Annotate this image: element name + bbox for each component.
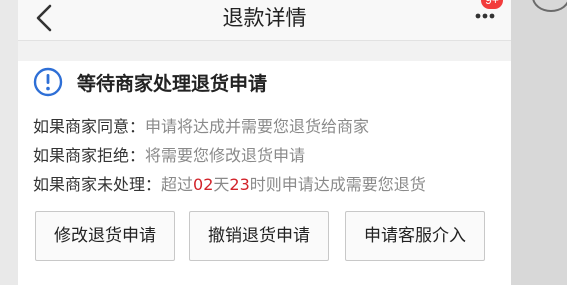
info-line-refuse: 如果商家拒绝：将需要您修改退货申请 [33,145,503,174]
exclamation-circle-icon [33,67,63,97]
message-count-badge: 9+ [481,0,503,9]
deadline-day-unit: 天 [213,175,230,194]
deadline-suffix: 时则申请达成需要您退货 [249,175,426,194]
ellipsis-icon [475,13,495,19]
info-line-agree: 如果商家同意：申请将达成并需要您退货给商家 [33,116,503,145]
request-customer-service-button[interactable]: 申请客服介入 [345,211,485,261]
refund-detail-panel: 退款详情 9+ 等待商家处理退货申请 如果商家同意：申请将达成并需要您退货给商家… [18,0,511,285]
info-label-unhandled: 如果商家未处理： [33,175,162,194]
right-gutter [511,0,567,285]
info-value-agree: 申请将达成并需要您退货给商家 [145,117,370,136]
info-label-refuse: 如果商家拒绝： [33,146,146,165]
more-messages-button[interactable]: 9+ [473,0,509,30]
status-header: 等待商家处理退货申请 [33,66,267,98]
info-label-agree: 如果商家同意： [33,117,146,136]
deadline-hours: 23 [229,175,250,194]
outcome-info-list: 如果商家同意：申请将达成并需要您退货给商家 如果商家拒绝：将需要您修改退货申请 … [33,116,503,203]
info-line-unhandled: 如果商家未处理：超过02天23时则申请达成需要您退货 [33,174,503,203]
top-navigation-bar: 退款详情 9+ [18,0,511,41]
info-value-refuse: 将需要您修改退货申请 [145,146,306,165]
info-value-unhandled: 超过02天23时则申请达成需要您退货 [161,175,426,194]
section-divider [18,41,511,61]
page-title: 退款详情 [222,6,307,30]
deadline-days: 02 [193,175,214,194]
modify-return-request-button[interactable]: 修改退货申请 [35,211,175,261]
cancel-return-request-button[interactable]: 撤销退货申请 [189,211,329,261]
deadline-prefix: 超过 [161,175,194,194]
status-title: 等待商家处理退货申请 [77,72,268,95]
action-buttons: 修改退货申请 撤销退货申请 申请客服介入 [35,211,495,262]
left-gutter [0,0,18,285]
